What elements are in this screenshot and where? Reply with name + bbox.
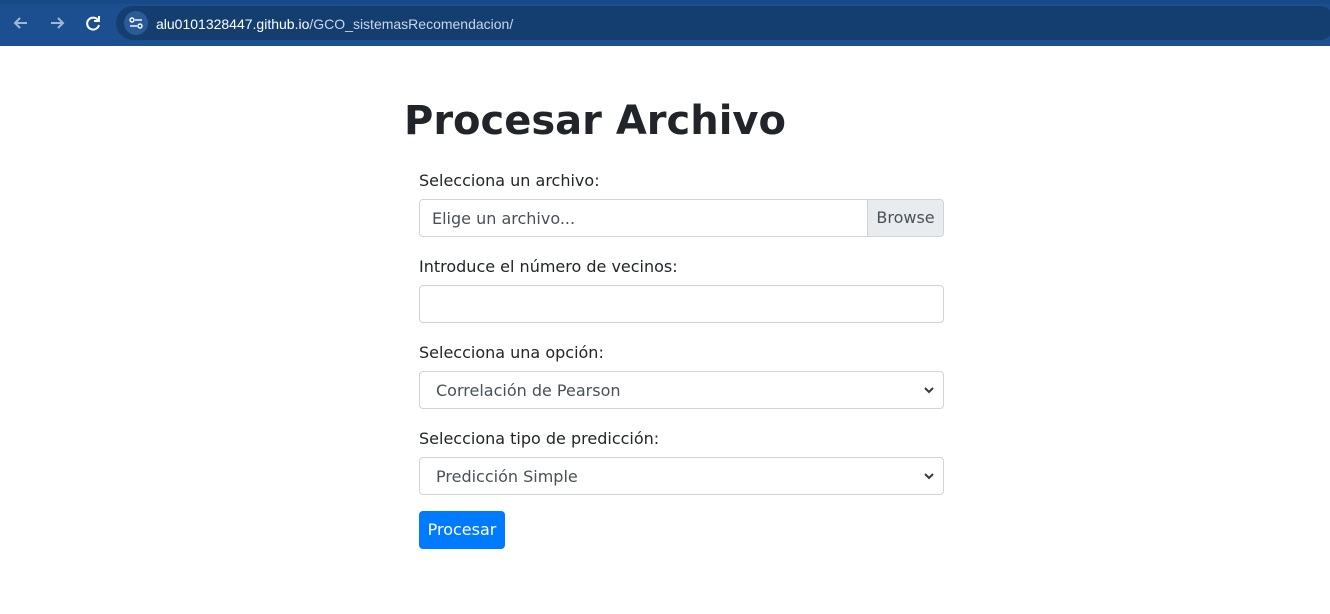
site-info-icon[interactable] (124, 11, 148, 35)
prediction-select[interactable]: Predicción Simple (419, 457, 944, 495)
chevron-down-icon (924, 473, 934, 480)
file-label: Selecciona un archivo: (419, 171, 600, 190)
neighbors-label: Introduce el número de vecinos: (419, 257, 678, 276)
browser-toolbar: alu0101328447.github.io/GCO_sistemasReco… (0, 0, 1330, 46)
url-path: /GCO_sistemasRecomendacion/ (309, 16, 514, 32)
neighbors-input[interactable] (419, 285, 944, 323)
file-input[interactable]: Elige un archivo... Browse (419, 199, 944, 237)
option-label: Selecciona una opción: (419, 343, 604, 362)
page-title: Procesar Archivo (404, 98, 786, 144)
address-url[interactable]: alu0101328447.github.io/GCO_sistemasReco… (156, 15, 513, 33)
browse-button[interactable]: Browse (867, 200, 943, 236)
forward-arrow-icon[interactable] (46, 12, 68, 34)
url-host: alu0101328447.github.io (156, 16, 310, 32)
option-selected-value: Correlación de Pearson (436, 381, 621, 400)
reload-icon[interactable] (82, 12, 104, 34)
option-select[interactable]: Correlación de Pearson (419, 371, 944, 409)
prediction-label: Selecciona tipo de predicción: (419, 429, 660, 448)
chevron-down-icon (924, 387, 934, 394)
toolbar-accent (0, 0, 1330, 4)
file-placeholder: Elige un archivo... (432, 209, 576, 228)
prediction-selected-value: Predicción Simple (436, 467, 578, 486)
back-arrow-icon[interactable] (10, 12, 32, 34)
process-button[interactable]: Procesar (419, 511, 505, 549)
